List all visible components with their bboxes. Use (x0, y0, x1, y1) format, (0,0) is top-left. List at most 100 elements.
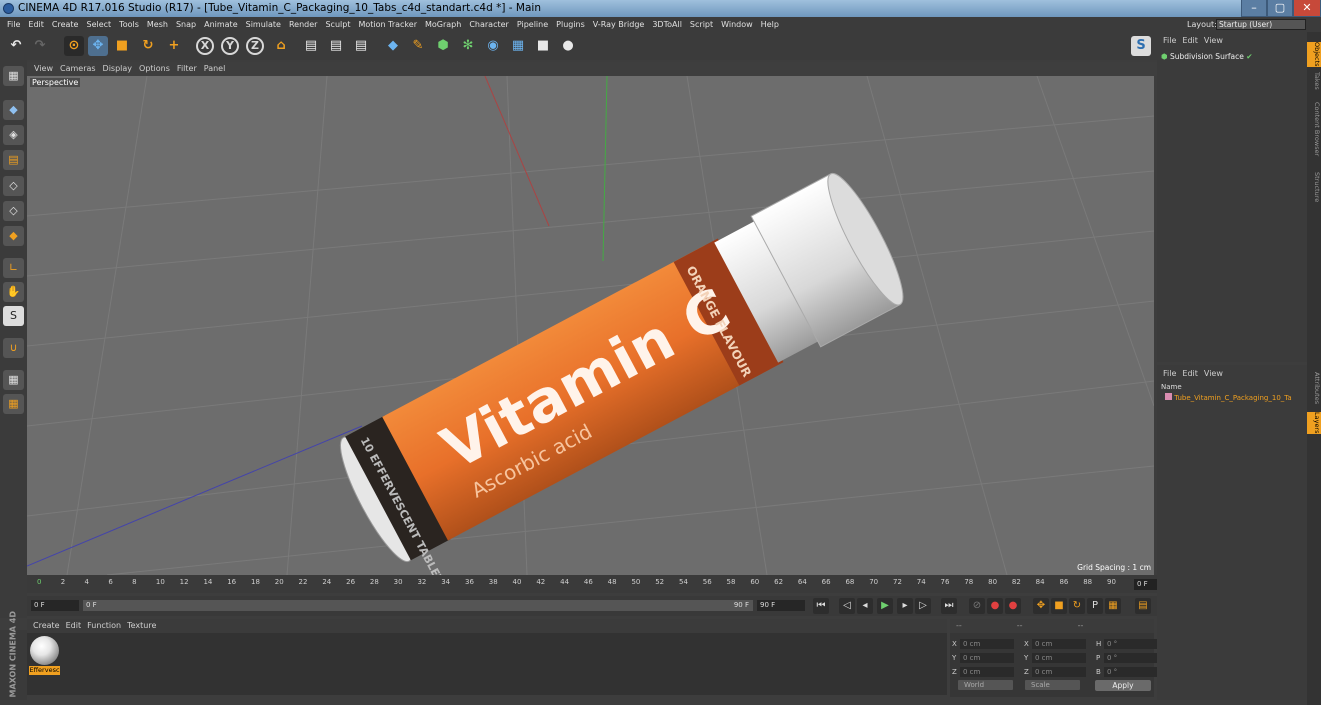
coords-value-field[interactable]: 0 cm (960, 667, 1014, 677)
menu-item-animate[interactable]: Animate (204, 20, 238, 29)
menu-item-pipeline[interactable]: Pipeline (517, 20, 548, 29)
menu-item-simulate[interactable]: Simulate (246, 20, 281, 29)
apply-button[interactable]: Apply (1095, 680, 1151, 691)
frame-range-slider[interactable]: 0 F 90 F (83, 600, 753, 611)
coords-value-field[interactable]: 0 ° (1104, 639, 1158, 649)
python-icon[interactable]: S (1131, 36, 1151, 56)
menu-item-tools[interactable]: Tools (119, 20, 139, 29)
material-menu-texture[interactable]: Texture (127, 621, 156, 630)
perspective-viewport[interactable]: Vitamin C Ascorbic acid ORANGE FLAVOUR 1… (27, 76, 1154, 575)
render-picture-viewer-icon[interactable]: ▤ (326, 36, 346, 56)
object-menu-file[interactable]: File (1163, 36, 1176, 45)
autokey-icon[interactable]: ● (1005, 598, 1021, 614)
timeline-ruler[interactable]: 0 2 4 6 8 10 12 14 16 18 20 22 24 26 28 30 32 34 36 38 40 42 4… (27, 575, 1182, 593)
add-icon[interactable]: + (164, 36, 184, 56)
coords-value-field[interactable]: 0 cm (960, 653, 1014, 663)
viewport-menu-options[interactable]: Options (139, 64, 170, 73)
side-tab-attributes[interactable]: Attributes (1307, 372, 1321, 404)
points-mode-icon[interactable]: ◇ (3, 176, 24, 196)
menu-item-create[interactable]: Create (52, 20, 79, 29)
y-axis-icon[interactable]: Y (221, 37, 239, 55)
object-row-subdivision-surface[interactable]: ⬢ Subdivision Surface ✔ (1161, 52, 1253, 61)
layer-menu-file[interactable]: File (1163, 369, 1176, 378)
menu-item-plugins[interactable]: Plugins (556, 20, 585, 29)
magnet-icon[interactable]: ∪ (3, 338, 24, 358)
menu-item-select[interactable]: Select (86, 20, 111, 29)
subdivision-icon[interactable]: ⬢ (433, 36, 453, 56)
side-tab-content-browser[interactable]: Content Browser (1307, 102, 1321, 156)
minimize-button[interactable]: – (1241, 0, 1267, 17)
key-position-icon[interactable]: ✥ (1033, 598, 1049, 614)
viewport-menu-panel[interactable]: Panel (204, 64, 226, 73)
make-editable-icon[interactable]: ▦ (3, 66, 24, 86)
record-icon[interactable]: ⊘ (969, 598, 985, 614)
scale-select[interactable]: Scale (1025, 680, 1080, 690)
start-frame-field[interactable]: 0 F (31, 600, 79, 611)
light-icon[interactable]: ● (558, 36, 578, 56)
side-tab-takes[interactable]: Takes (1307, 72, 1321, 90)
rotate-icon[interactable]: ↻ (138, 36, 158, 56)
menu-item-v-ray-bridge[interactable]: V-Ray Bridge (593, 20, 645, 29)
world-select[interactable]: World (958, 680, 1013, 690)
edges-mode-icon[interactable]: ◇ (3, 201, 24, 221)
render-settings-icon[interactable]: ▤ (351, 36, 371, 56)
material-preview-ball[interactable] (30, 636, 59, 665)
key-scale-icon[interactable]: ■ (1051, 598, 1067, 614)
undo-icon[interactable]: ↶ (6, 36, 26, 56)
next-frame-icon[interactable]: ▸ (897, 598, 913, 614)
workplane-icon[interactable]: ▤ (3, 150, 24, 170)
cube-icon[interactable]: ◆ (383, 36, 403, 56)
go-to-start-icon[interactable]: ⏮ (813, 598, 829, 614)
viewport-menu-display[interactable]: Display (103, 64, 133, 73)
layout-select[interactable]: Startup (User) (1216, 19, 1306, 30)
side-tab-objects[interactable]: Objects (1307, 42, 1321, 67)
previous-key-icon[interactable]: ◁ (839, 598, 855, 614)
x-axis-icon[interactable]: X (196, 37, 214, 55)
z-axis-icon[interactable]: Z (246, 37, 264, 55)
material-name[interactable]: Effervesc (29, 666, 60, 675)
close-button[interactable]: ✕ (1293, 0, 1321, 17)
material-menu-function[interactable]: Function (87, 621, 121, 630)
end-frame-field[interactable]: 90 F (757, 600, 805, 611)
menu-item-help[interactable]: Help (761, 20, 779, 29)
previous-frame-icon[interactable]: ◂ (857, 598, 873, 614)
menu-item-sculpt[interactable]: Sculpt (325, 20, 350, 29)
layer-menu-view[interactable]: View (1204, 369, 1223, 378)
layer-row[interactable]: Tube_Vitamin_C_Packaging_10_Ta (1165, 393, 1292, 402)
maximize-button[interactable]: ▢ (1267, 0, 1293, 17)
key-rotation-icon[interactable]: ↻ (1069, 598, 1085, 614)
menu-item-window[interactable]: Window (721, 20, 753, 29)
key-pla-icon[interactable]: ▦ (1105, 598, 1121, 614)
menu-item-render[interactable]: Render (289, 20, 317, 29)
coords-value-field[interactable]: 0 cm (1032, 667, 1086, 677)
live-selection-icon[interactable]: ⊙ (64, 36, 84, 56)
side-tab-layers[interactable]: Layers (1307, 412, 1321, 434)
menu-item-motion-tracker[interactable]: Motion Tracker (358, 20, 417, 29)
menu-item-script[interactable]: Script (690, 20, 713, 29)
scale-icon[interactable]: ■ (112, 36, 132, 56)
material-menu-edit[interactable]: Edit (66, 621, 82, 630)
redo-icon[interactable]: ↷ (30, 36, 50, 56)
menu-item-snap[interactable]: Snap (176, 20, 196, 29)
pen-icon[interactable]: ✎ (408, 36, 428, 56)
coordinate-system-icon[interactable]: ⌂ (271, 36, 291, 56)
coords-value-field[interactable]: 0 cm (1032, 653, 1086, 663)
axis-mode-icon[interactable]: ∟ (3, 258, 24, 278)
key-parameter-icon[interactable]: P (1087, 598, 1103, 614)
visibility-check-icon[interactable]: ✔ (1246, 52, 1252, 61)
move-icon[interactable]: ✥ (88, 36, 108, 56)
go-to-end-icon[interactable]: ⏭ (941, 598, 957, 614)
menu-item-mograph[interactable]: MoGraph (425, 20, 461, 29)
viewport-menu-cameras[interactable]: Cameras (60, 64, 96, 73)
coords-value-field[interactable]: 0 cm (960, 639, 1014, 649)
camera-icon[interactable]: ■ (533, 36, 553, 56)
planar-workplane-icon[interactable]: ▦ (3, 394, 24, 414)
menu-item-3dtoall[interactable]: 3DToAll (652, 20, 682, 29)
viewport-menu-filter[interactable]: Filter (177, 64, 197, 73)
side-tab-structure[interactable]: Structure (1307, 172, 1321, 202)
render-view-icon[interactable]: ▤ (301, 36, 321, 56)
menu-item-mesh[interactable]: Mesh (147, 20, 168, 29)
material-menu-create[interactable]: Create (33, 621, 60, 630)
play-icon[interactable]: ▶ (877, 598, 893, 614)
texture-mode-icon[interactable]: ◈ (3, 125, 24, 145)
